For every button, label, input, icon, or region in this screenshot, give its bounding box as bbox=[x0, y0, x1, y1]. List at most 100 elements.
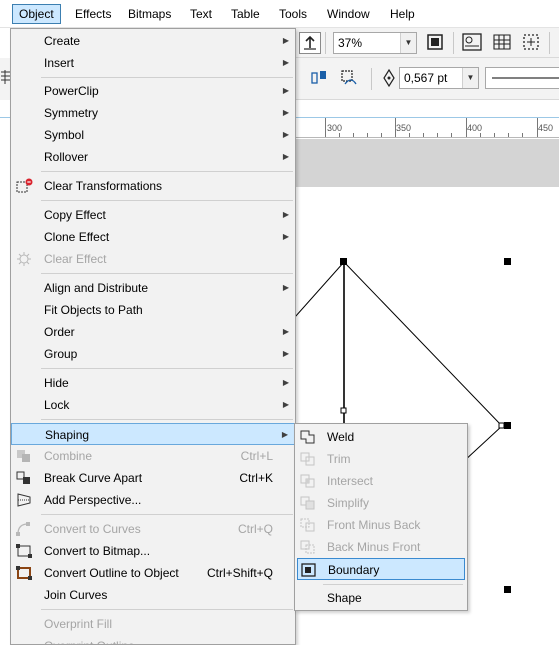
menu-item-label: Overprint Fill bbox=[44, 617, 113, 631]
menu-object[interactable]: Object bbox=[12, 4, 61, 24]
menu-table[interactable]: Table bbox=[225, 4, 266, 24]
menu-item-symmetry[interactable]: Symmetry ▶ bbox=[11, 102, 295, 124]
menu-item-label: Shaping bbox=[45, 428, 90, 442]
boundary-icon bbox=[300, 562, 318, 578]
perspective-icon bbox=[15, 492, 33, 508]
outline-width-combo[interactable]: 0,567 pt ▼ bbox=[399, 67, 479, 89]
ruler-major-tick bbox=[466, 118, 467, 137]
align-icon[interactable] bbox=[309, 68, 331, 90]
menu-text[interactable]: Text bbox=[184, 4, 218, 24]
menu-tools[interactable]: Tools bbox=[273, 4, 313, 24]
snap-to-icon[interactable] bbox=[461, 32, 483, 54]
submenu-arrow-icon: ▶ bbox=[282, 349, 289, 358]
menu-item-convert-outline-to-object[interactable]: Convert Outline to Object Ctrl+Shift+Q bbox=[11, 562, 295, 584]
submenu-item-label: Back Minus Front bbox=[327, 540, 421, 554]
menu-item-hide[interactable]: Hide ▶ bbox=[11, 372, 295, 394]
menu-item-label: Create bbox=[44, 34, 81, 48]
selection-handle-bottom-right[interactable] bbox=[504, 586, 511, 593]
menu-item-label: Combine bbox=[44, 449, 93, 463]
menu-item-label: Convert Outline to Object bbox=[44, 566, 179, 580]
menu-bar-edge bbox=[0, 4, 8, 24]
ruler-major-tick bbox=[395, 118, 396, 137]
menu-item-rollover[interactable]: Rollover ▶ bbox=[11, 146, 295, 168]
toolbar-separator bbox=[453, 32, 454, 54]
submenu-item-shape[interactable]: Shape bbox=[297, 587, 465, 609]
menu-item-label: Copy Effect bbox=[44, 208, 106, 222]
menu-item-join-curves[interactable]: Join Curves bbox=[11, 584, 295, 606]
menu-item-copy-effect[interactable]: Copy Effect ▶ bbox=[11, 204, 295, 226]
back-minus-front-icon bbox=[299, 539, 317, 555]
menu-item-label: Fit Objects to Path bbox=[44, 303, 143, 317]
menu-item-clear-transformations[interactable]: Clear Transformations bbox=[11, 175, 295, 197]
trim-icon bbox=[299, 451, 317, 467]
convert-outline-icon bbox=[15, 565, 33, 581]
import-icon[interactable] bbox=[299, 32, 321, 54]
line-style-combo[interactable] bbox=[485, 67, 559, 89]
submenu-item-weld[interactable]: Weld bbox=[297, 426, 465, 448]
chevron-down-icon[interactable]: ▼ bbox=[400, 33, 416, 53]
menu-separator bbox=[323, 584, 463, 585]
menu-item-convert-to-curves: Convert to Curves Ctrl+Q bbox=[11, 518, 295, 540]
menu-item-shaping[interactable]: Shaping ▶ bbox=[11, 423, 295, 445]
chevron-down-icon[interactable]: ▼ bbox=[462, 68, 478, 88]
menu-item-group[interactable]: Group ▶ bbox=[11, 343, 295, 365]
combine-icon bbox=[15, 448, 33, 464]
convert-to-curves-icon[interactable] bbox=[339, 68, 361, 90]
toolbar-separator bbox=[325, 32, 326, 54]
menu-bitmaps[interactable]: Bitmaps bbox=[122, 4, 177, 24]
pen-nib-icon bbox=[379, 68, 401, 90]
submenu-item-back-minus-front: Back Minus Front bbox=[297, 536, 465, 558]
menu-item-symbol[interactable]: Symbol ▶ bbox=[11, 124, 295, 146]
ruler-minor-tick bbox=[480, 133, 481, 137]
object-menu: Create ▶ Insert ▶ PowerClip ▶ Symmetry ▶ Sym… bbox=[10, 28, 296, 645]
menu-window[interactable]: Window bbox=[321, 4, 376, 24]
selection-handle-top-right[interactable] bbox=[504, 258, 511, 265]
guidelines-icon[interactable] bbox=[521, 32, 543, 54]
menu-item-break-curve-apart[interactable]: Break Curve Apart Ctrl+K bbox=[11, 467, 295, 489]
submenu-arrow-icon: ▶ bbox=[282, 378, 289, 387]
menu-item-order[interactable]: Order ▶ bbox=[11, 321, 295, 343]
submenu-item-intersect: Intersect bbox=[297, 470, 465, 492]
menu-separator bbox=[41, 77, 293, 78]
menu-item-label: Add Perspective... bbox=[44, 493, 142, 507]
node-handle[interactable] bbox=[340, 407, 347, 414]
node-handle[interactable] bbox=[340, 258, 347, 265]
menu-item-add-perspective[interactable]: Add Perspective... bbox=[11, 489, 295, 511]
menu-item-label: PowerClip bbox=[44, 84, 99, 98]
node-handle[interactable] bbox=[498, 422, 505, 429]
zoom-to-page-icon[interactable] bbox=[425, 32, 447, 54]
menu-item-fit-objects-to-path[interactable]: Fit Objects to Path bbox=[11, 299, 295, 321]
submenu-arrow-icon: ▶ bbox=[281, 430, 288, 439]
ruler-minor-tick bbox=[381, 133, 382, 137]
toolbar-separator bbox=[549, 32, 550, 54]
ruler-minor-tick bbox=[508, 133, 509, 137]
menu-item-lock[interactable]: Lock ▶ bbox=[11, 394, 295, 416]
menu-item-powerclip[interactable]: PowerClip ▶ bbox=[11, 80, 295, 102]
standard-toolbar: 37% ▼ bbox=[295, 28, 559, 58]
menu-separator bbox=[41, 368, 293, 369]
menu-effects[interactable]: Effects bbox=[69, 4, 117, 24]
menu-item-label: Symbol bbox=[44, 128, 85, 142]
menu-help[interactable]: Help bbox=[384, 4, 421, 24]
submenu-arrow-icon: ▶ bbox=[282, 108, 289, 117]
menu-item-align-and-distribute[interactable]: Align and Distribute ▶ bbox=[11, 277, 295, 299]
toolbar-separator bbox=[371, 68, 372, 90]
submenu-arrow-icon: ▶ bbox=[282, 130, 289, 139]
menu-item-shortcut: Ctrl+Shift+Q bbox=[206, 566, 273, 580]
menu-item-insert[interactable]: Insert ▶ bbox=[11, 52, 295, 74]
front-minus-back-icon bbox=[299, 517, 317, 533]
selection-handle-middle-right[interactable] bbox=[504, 422, 511, 429]
menu-item-create[interactable]: Create ▶ bbox=[11, 30, 295, 52]
clear-effect-icon bbox=[15, 251, 33, 267]
submenu-item-boundary[interactable]: Boundary bbox=[297, 558, 465, 580]
submenu-item-label: Intersect bbox=[327, 474, 374, 488]
menu-item-shortcut: Ctrl+Q bbox=[237, 522, 273, 536]
submenu-item-front-minus-back: Front Minus Back bbox=[297, 514, 465, 536]
zoom-level-combo[interactable]: 37% ▼ bbox=[333, 32, 417, 54]
horizontal-ruler[interactable]: 300 350 400 450 bbox=[295, 118, 559, 138]
intersect-icon bbox=[299, 473, 317, 489]
grid-icon[interactable] bbox=[491, 32, 513, 54]
menu-item-clone-effect[interactable]: Clone Effect ▶ bbox=[11, 226, 295, 248]
menu-item-convert-to-bitmap[interactable]: Convert to Bitmap... bbox=[11, 540, 295, 562]
menu-separator bbox=[41, 273, 293, 274]
